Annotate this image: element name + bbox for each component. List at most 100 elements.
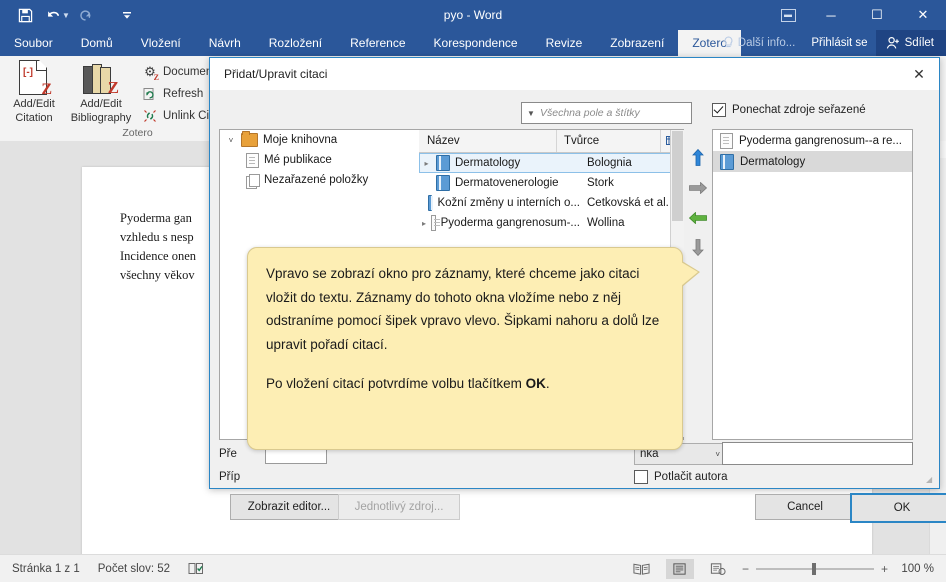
share-button[interactable]: Sdílet (875, 30, 946, 56)
chevron-right-icon[interactable]: ▸ (422, 219, 426, 228)
print-layout-view-button[interactable] (665, 558, 694, 579)
tab-revize[interactable]: Revize (532, 30, 597, 56)
single-source-button[interactable]: Jednotlivý zdroj... (338, 494, 460, 520)
scrollbar-thumb[interactable] (672, 131, 683, 221)
list-item-title: Kožní změny u interních o... (437, 197, 580, 209)
tree-item-my-publications[interactable]: Mé publikace (220, 150, 420, 170)
move-up-arrow[interactable] (689, 149, 707, 166)
zoom-in-button[interactable]: + (881, 562, 888, 576)
checkbox-unchecked-icon[interactable] (634, 470, 648, 484)
zoom-slider[interactable] (755, 562, 874, 575)
dialog-title-bar: Přidat/Upravit citaci ✕ (210, 58, 939, 90)
ribbon-display-options-glyph: ▬ (780, 8, 796, 22)
selected-citation-item[interactable]: Pyoderma gangrenosum--a re... (713, 130, 912, 151)
prefix-label: Pře (219, 448, 237, 460)
list-item[interactable]: Kožní změny u interních o... Cetkovská e… (419, 193, 683, 213)
selected-citations-pane[interactable]: Pyoderma gangrenosum--a re... Dermatolog… (712, 129, 913, 440)
chevron-down-icon[interactable]: ˅ (226, 136, 236, 145)
ribbon-right-commands: Další info... Přihlásit se Sdílet (715, 30, 946, 56)
tree-item-label: Moje knihovna (263, 134, 338, 146)
checkbox-checked-icon[interactable] (712, 103, 726, 117)
locator-value-input[interactable] (722, 442, 913, 465)
remove-left-arrow[interactable] (689, 210, 707, 225)
book-icon (720, 153, 734, 170)
add-edit-bibliography-button[interactable]: Z Add/Edit Bibliography (64, 56, 138, 124)
folder-icon (241, 131, 258, 147)
tab-reference[interactable]: Reference (336, 30, 419, 56)
journal-icon (431, 215, 440, 231)
tab-vlozeni[interactable]: Vložení (127, 30, 195, 56)
web-layout-icon (710, 562, 726, 575)
word-count[interactable]: Počet slov: 52 (98, 563, 170, 575)
resize-grip-icon[interactable]: ◢ (926, 475, 936, 485)
selected-citation-label: Pyoderma gangrenosum--a re... (739, 134, 902, 147)
tab-zobrazeni[interactable]: Zobrazení (596, 30, 678, 56)
keep-sources-sorted-label: Ponechat zdroje seřazené (732, 104, 866, 116)
list-item[interactable]: ▸ Dermatology Bolognia (419, 153, 683, 173)
selected-citation-item[interactable]: Dermatology (713, 151, 912, 172)
add-right-arrow[interactable] (689, 180, 707, 195)
list-item-title-cell: ▸ Dermatology (419, 155, 580, 171)
keep-sources-sorted-checkbox[interactable]: Ponechat zdroje seřazené (712, 103, 866, 117)
proofing-icon[interactable] (188, 562, 204, 576)
tell-me-search[interactable]: Další info... (715, 30, 804, 56)
sign-in-button[interactable]: Přihlásit se (803, 30, 875, 56)
minimize-button[interactable]: ─ (808, 0, 854, 30)
callout-paragraph-2-post: . (545, 376, 550, 391)
dialog-close-icon[interactable]: ✕ (899, 58, 939, 90)
suffix-label: Příp (219, 471, 241, 483)
move-down-arrow[interactable] (689, 239, 707, 256)
chevron-down-icon[interactable]: ˅ (715, 450, 720, 459)
zoom-level-label[interactable]: 100 % (898, 563, 934, 575)
add-edit-citation-label-line2: Citation (15, 112, 53, 124)
zoom-out-button[interactable]: − (742, 562, 749, 576)
refresh-icon (142, 86, 158, 102)
list-item[interactable]: ▸ Pyoderma gangrenosum-... Wollina (419, 213, 683, 233)
list-item-title-cell: Kožní změny u interních o... (419, 195, 580, 211)
cancel-button[interactable]: Cancel (755, 494, 855, 520)
add-edit-bibliography-label-line2: Bibliography (70, 112, 132, 124)
tree-item-unfiled-items[interactable]: Nezařazené položky (220, 170, 420, 190)
column-header-title[interactable]: Název (419, 130, 557, 152)
tab-korespondence[interactable]: Korespondence (420, 30, 532, 56)
zotero-z-glyph: Z (153, 72, 159, 82)
book-icon (428, 195, 434, 211)
web-layout-view-button[interactable] (704, 559, 732, 579)
list-item[interactable]: Dermatovenerologie Štork (419, 173, 683, 193)
documents-icon-front (249, 173, 260, 187)
close-button[interactable]: ✕ (900, 0, 946, 30)
maximize-button[interactable]: ☐ (854, 0, 900, 30)
add-edit-citation-button[interactable]: [-] Z Add/Edit Citation (4, 56, 64, 124)
ok-button[interactable]: OK (850, 493, 946, 523)
tab-navrh[interactable]: Návrh (195, 30, 255, 56)
list-item-title: Pyoderma gangrenosum-... (440, 217, 580, 229)
zoom-slider-thumb[interactable] (811, 562, 816, 575)
tab-soubor[interactable]: Soubor (0, 30, 67, 56)
tab-rozlozeni[interactable]: Rozložení (255, 30, 336, 56)
suppress-author-checkbox[interactable]: Potlačit autora (634, 470, 728, 484)
search-scope-caret-icon[interactable]: ▼ (522, 109, 540, 118)
ribbon-display-options-icon[interactable]: ▬ (768, 0, 808, 30)
document-icon (246, 152, 259, 168)
ribbon-tab-bar: Soubor Domů Vložení Návrh Rozložení Refe… (0, 30, 946, 56)
proofing-glyph (188, 562, 203, 574)
list-item-creator: Bolognia (587, 157, 632, 169)
search-field[interactable]: ▼ Všechna pole a štítky (521, 102, 692, 124)
status-bar: Stránka 1 z 1 Počet slov: 52 − + 100 % (0, 554, 946, 582)
tree-item-my-library[interactable]: ˅ Moje knihovna (220, 130, 420, 150)
search-placeholder: Všechna pole a štítky (540, 107, 640, 119)
chevron-right-icon[interactable]: ▸ (422, 159, 431, 168)
callout-paragraph-2-bold: OK (525, 376, 546, 391)
suppress-author-label: Potlačit autora (654, 471, 728, 483)
items-list-header: Název Tvůrce (419, 130, 683, 153)
word-application-window: ▼ pyo - Word ▬ ─ ☐ ✕ Soubor Domů Vložení… (0, 0, 946, 582)
list-item-creator: Štork (587, 177, 614, 189)
page-corner (36, 61, 46, 71)
show-editor-button[interactable]: Zobrazit editor... (230, 494, 348, 520)
page-indicator[interactable]: Stránka 1 z 1 (12, 563, 80, 575)
read-mode-view-button[interactable] (628, 559, 656, 579)
column-header-creator[interactable]: Tvůrce (557, 130, 661, 152)
tab-domu[interactable]: Domů (67, 30, 127, 56)
print-layout-icon (673, 562, 687, 575)
unlink-icon (142, 108, 158, 124)
